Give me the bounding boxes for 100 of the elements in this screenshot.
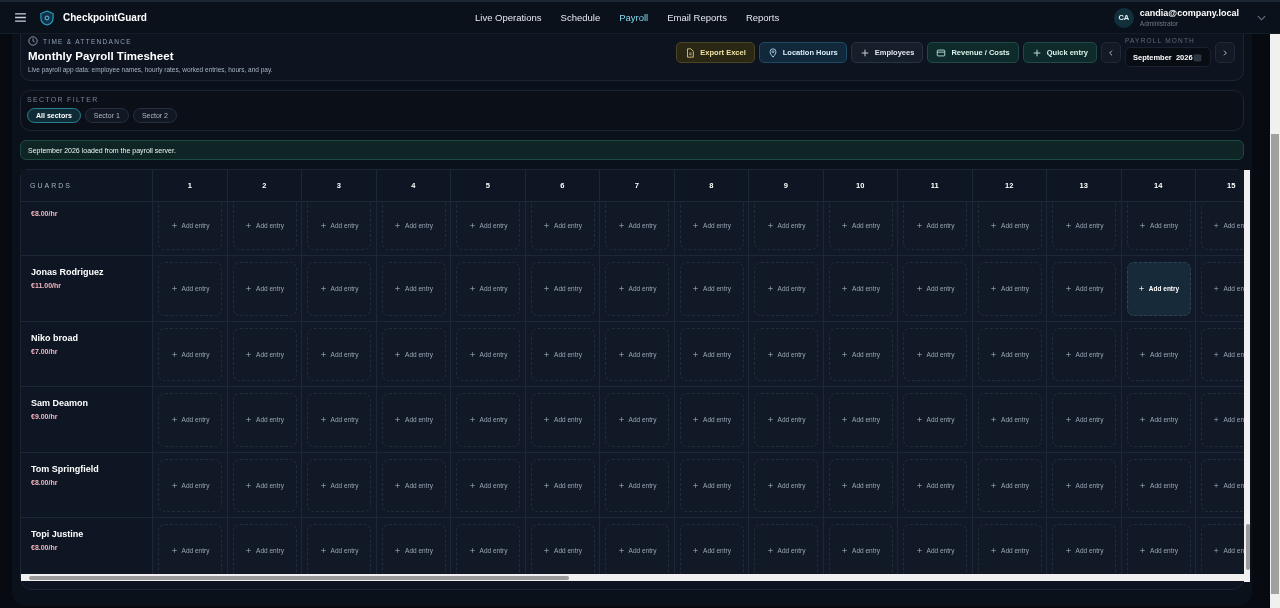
plus-icon xyxy=(1213,350,1220,358)
plus-icon xyxy=(170,222,178,229)
plus-icon xyxy=(990,222,998,229)
plus-icon xyxy=(1213,481,1220,489)
plus-icon xyxy=(617,222,625,229)
plus-icon xyxy=(245,285,253,293)
guard-name: Tom Springfield xyxy=(31,463,100,474)
plus-icon xyxy=(915,547,923,555)
horizontal-scrollbar[interactable] xyxy=(21,574,1244,581)
plus-icon xyxy=(319,416,327,424)
plus-icon xyxy=(1213,285,1220,293)
plus-icon xyxy=(1064,222,1072,229)
plus-icon xyxy=(1064,285,1072,293)
plus-icon xyxy=(468,481,476,489)
envelope-icon xyxy=(936,47,947,58)
plus-icon xyxy=(617,285,625,293)
menu-icon[interactable] xyxy=(15,13,26,22)
plus-icon xyxy=(692,285,700,293)
plus-icon xyxy=(915,285,923,293)
previous-month-button[interactable] xyxy=(1101,42,1121,63)
plus-icon xyxy=(841,350,849,358)
plus-icon xyxy=(394,222,402,229)
plus-icon xyxy=(468,222,476,229)
plus-icon xyxy=(692,222,700,229)
plus-icon xyxy=(394,547,402,555)
plus-icon xyxy=(543,285,551,293)
plus-icon xyxy=(1139,416,1147,424)
plus-icon xyxy=(617,547,625,555)
nav-link[interactable]: Reports xyxy=(745,12,780,23)
plus-icon xyxy=(1137,285,1145,293)
plus-icon xyxy=(468,285,476,293)
clock-icon xyxy=(28,36,38,46)
nav-link[interactable]: Schedule xyxy=(560,12,601,23)
plus-icon xyxy=(766,222,774,229)
plus-icon xyxy=(1064,481,1072,489)
plus-icon xyxy=(915,222,923,229)
plus-icon xyxy=(617,481,625,489)
plus-icon xyxy=(468,416,476,424)
plus-icon xyxy=(692,416,700,424)
file-icon xyxy=(685,47,696,58)
plus-icon xyxy=(766,547,774,555)
plus-icon xyxy=(468,547,476,555)
plus-icon xyxy=(990,481,998,489)
plus-icon xyxy=(543,222,551,229)
next-month-button[interactable] xyxy=(1215,42,1235,63)
page-scrollbar[interactable] xyxy=(1270,34,1280,608)
plus-icon xyxy=(990,285,998,293)
plus-icon xyxy=(915,481,923,489)
user-email: candia@company.local xyxy=(1139,8,1239,18)
plus-icon xyxy=(1064,350,1072,358)
plus-icon xyxy=(1213,416,1220,424)
plus-icon xyxy=(692,350,700,358)
nav-link[interactable]: Payroll xyxy=(619,12,649,23)
chevron-left-icon xyxy=(1107,48,1115,57)
brand-name: CheckpointGuard xyxy=(63,12,147,23)
plus-icon xyxy=(319,481,327,489)
plus-icon xyxy=(543,350,551,358)
plus-icon xyxy=(1064,547,1072,555)
plus-icon xyxy=(692,481,700,489)
plus-icon xyxy=(468,350,476,358)
plus-icon xyxy=(692,547,700,555)
guard-name: Sam Deamon xyxy=(31,398,90,408)
plus-icon xyxy=(394,481,402,489)
plus-icon xyxy=(170,481,178,489)
plus-icon xyxy=(394,285,402,293)
nav-link[interactable]: Email Reports xyxy=(667,12,727,23)
plus-icon xyxy=(1139,481,1147,489)
plus-icon xyxy=(170,285,178,293)
plus-icon xyxy=(394,350,402,358)
chevron-right-icon xyxy=(1221,48,1229,57)
plus-icon xyxy=(990,547,998,555)
plus-icon xyxy=(617,350,625,358)
plus-icon xyxy=(319,547,327,555)
plus-icon xyxy=(319,285,327,293)
shield-logo-icon xyxy=(40,9,54,26)
plus-icon xyxy=(319,222,327,229)
plus-icon xyxy=(617,416,625,424)
plus-icon xyxy=(170,416,178,424)
plus-icon xyxy=(170,547,178,555)
plus-icon xyxy=(915,350,923,358)
plus-icon xyxy=(859,47,870,58)
plus-icon xyxy=(990,416,998,424)
nav-link[interactable]: Live Operations xyxy=(475,12,542,23)
plus-icon xyxy=(1213,547,1220,555)
plus-icon xyxy=(1139,350,1147,358)
plus-icon xyxy=(766,416,774,424)
plus-icon xyxy=(319,350,327,358)
map-pin-icon xyxy=(767,47,778,58)
plus-icon xyxy=(990,350,998,358)
plus-icon xyxy=(245,481,253,489)
plus-icon xyxy=(915,416,923,424)
plus-icon xyxy=(245,547,253,555)
plus-icon xyxy=(394,416,402,424)
plus-icon xyxy=(543,481,551,489)
plus-icon xyxy=(1064,416,1072,424)
guard-name: Jonas Rodriguez xyxy=(31,267,105,277)
guard-name: Topi Justine xyxy=(31,529,85,539)
plus-icon xyxy=(245,350,253,358)
chevron-down-icon[interactable] xyxy=(1257,14,1266,21)
vertical-scrollbar[interactable] xyxy=(1244,170,1250,582)
